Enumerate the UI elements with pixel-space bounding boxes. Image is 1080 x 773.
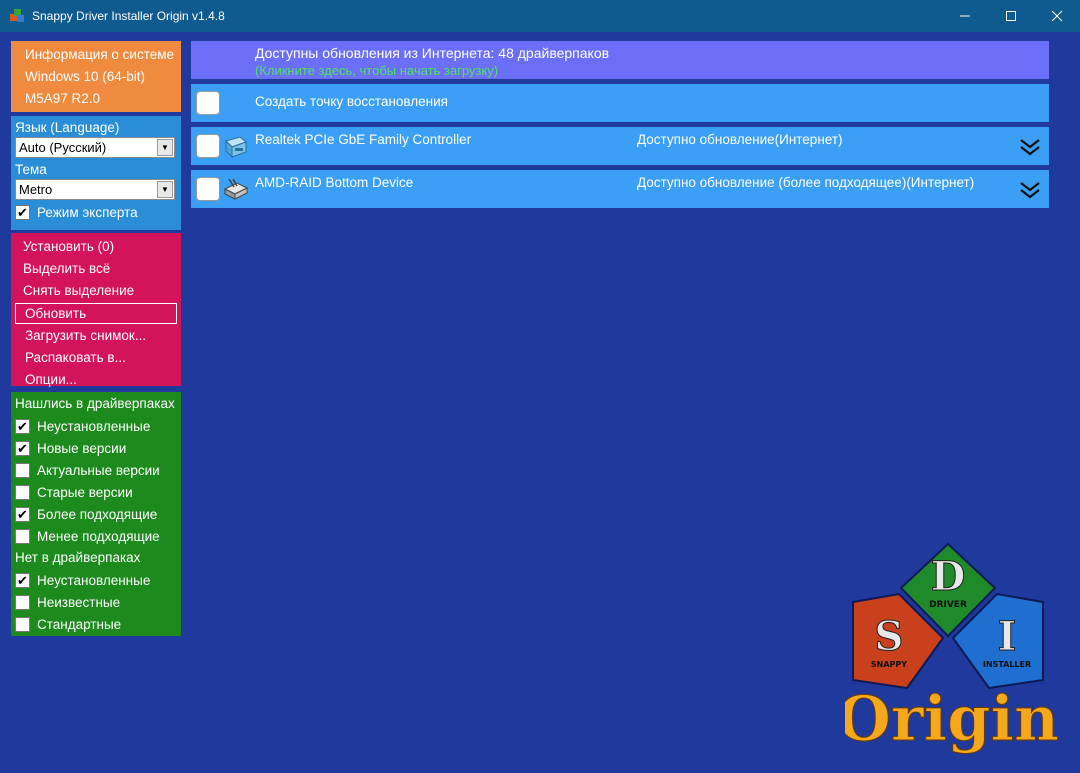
maximize-button[interactable] (988, 0, 1034, 32)
logo-word-driver: DRIVER (929, 600, 967, 610)
theme-label: Тема (15, 162, 47, 177)
options-button[interactable]: Опции... (15, 369, 177, 391)
logo-letter-i: I (998, 613, 1017, 660)
filter-label: Актуальные версии (37, 462, 160, 478)
filter-label: Более подходящие (37, 506, 158, 522)
os-version: Windows 10 (64-bit) (25, 69, 146, 84)
filter-found-not-installed[interactable]: ✔ Неустановленные (15, 415, 181, 437)
logo-letter-s: S (875, 613, 904, 660)
device-name: AMD-RAID Bottom Device (255, 175, 414, 190)
filter-older-versions[interactable]: Старые версии (15, 481, 181, 503)
filter-checkbox[interactable]: ✔ (15, 506, 30, 522)
filter-current-versions[interactable]: Актуальные версии (15, 459, 181, 481)
driver-checkbox[interactable] (196, 177, 220, 201)
close-button[interactable] (1034, 0, 1080, 32)
filter-newer-versions[interactable]: ✔ Новые версии (15, 437, 181, 459)
filter-missing-not-installed[interactable]: ✔ Неустановленные (15, 569, 181, 591)
filter-checkbox[interactable]: ✔ (15, 572, 30, 588)
click-to-download-hint[interactable]: (Кликните здесь, чтобы начать загрузку) (255, 63, 498, 78)
window-title: Snappy Driver Installer Origin v1.4.8 (32, 9, 225, 23)
filter-label: Неустановленные (37, 572, 151, 588)
close-icon (1051, 10, 1063, 22)
filter-unknown[interactable]: Неизвестные (15, 591, 181, 613)
filter-better-match[interactable]: ✔ Более подходящие (15, 503, 181, 525)
logo-word-installer: INSTALLER (983, 660, 1031, 669)
filter-checkbox[interactable] (15, 484, 30, 500)
language-label: Язык (Language) (15, 120, 120, 135)
filter-checkbox[interactable] (15, 462, 30, 478)
title-bar: Snappy Driver Installer Origin v1.4.8 (0, 0, 1080, 32)
app-icon (10, 9, 24, 23)
maximize-icon (1006, 11, 1016, 21)
logo-letter-d: D (931, 553, 966, 600)
motherboard-model: M5A97 R2.0 (25, 91, 101, 106)
language-value: Auto (Русский) (19, 140, 107, 155)
filter-label: Неустановленные (37, 418, 151, 434)
filter-label: Старые версии (37, 484, 133, 500)
system-info-label[interactable]: Информация о системе (25, 44, 181, 66)
filter-label: Стандартные (37, 616, 122, 632)
minimize-icon (960, 15, 970, 17)
install-button[interactable]: Установить (0) (15, 236, 177, 258)
expert-mode-label: Режим эксперта (37, 204, 138, 220)
filter-label: Менее подходящие (37, 528, 160, 544)
logo-word-snappy: SNAPPY (871, 660, 907, 669)
system-info-panel[interactable]: Информация о системе Windows 10 (64-bit)… (11, 41, 181, 112)
updates-available-text: Доступны обновления из Интернета: 48 дра… (255, 45, 610, 61)
load-snapshot-button[interactable]: Загрузить снимок... (15, 325, 177, 347)
chevron-down-icon[interactable]: ▼ (157, 139, 173, 156)
driver-row[interactable]: Realtek PCIe GbE Family Controller Досту… (191, 127, 1049, 165)
restore-point-row[interactable]: Создать точку восстановления (191, 84, 1049, 122)
restore-point-label: Создать точку восстановления (255, 94, 448, 109)
deselect-all-button[interactable]: Снять выделение (15, 280, 177, 302)
filter-checkbox[interactable] (15, 594, 30, 610)
not-in-driverpacks-header: Нет в драйверпаках (15, 550, 141, 565)
settings-panel: Язык (Language) Auto (Русский) ▼ Тема Me… (11, 116, 181, 230)
expand-chevron-icon[interactable] (1019, 137, 1041, 157)
restore-point-checkbox[interactable] (196, 91, 220, 115)
filter-checkbox[interactable]: ✔ (15, 440, 30, 456)
filters-panel: Нашлись в драйверпаках ✔ Неустановленные … (11, 392, 181, 636)
expand-chevron-icon[interactable] (1019, 180, 1041, 200)
chevron-down-icon[interactable]: ▼ (157, 181, 173, 198)
filter-worse-match[interactable]: Менее подходящие (15, 525, 181, 547)
actions-panel: Установить (0) Выделить всё Снять выделе… (11, 233, 181, 387)
driver-row[interactable]: AMD-RAID Bottom Device Доступно обновлен… (191, 170, 1049, 208)
network-adapter-icon (225, 136, 247, 159)
refresh-button[interactable]: Обновить (15, 303, 177, 324)
logo-origin-text: Origin (845, 682, 1059, 755)
expert-mode-toggle[interactable]: ✔ Режим эксперта (15, 201, 181, 223)
filter-label: Новые версии (37, 440, 127, 456)
found-in-driverpacks-header: Нашлись в драйверпаках (15, 396, 175, 411)
language-select[interactable]: Auto (Русский) ▼ (15, 137, 175, 158)
expert-mode-checkbox[interactable]: ✔ (15, 204, 30, 220)
device-status: Доступно обновление(Интернет) (637, 132, 843, 147)
device-name: Realtek PCIe GbE Family Controller (255, 132, 472, 147)
internet-updates-banner[interactable]: Доступны обновления из Интернета: 48 дра… (191, 41, 1049, 79)
extract-to-button[interactable]: Распаковать в... (15, 347, 177, 369)
minimize-button[interactable] (942, 0, 988, 32)
sdi-origin-logo: D DRIVER S SNAPPY I INSTALLER Origin (845, 542, 1060, 755)
filter-checkbox[interactable] (15, 528, 30, 544)
select-all-button[interactable]: Выделить всё (15, 258, 177, 280)
filter-checkbox[interactable]: ✔ (15, 418, 30, 434)
storage-controller-icon (223, 178, 249, 200)
filter-checkbox[interactable] (15, 616, 30, 632)
driver-checkbox[interactable] (196, 134, 220, 158)
theme-select[interactable]: Metro ▼ (15, 179, 175, 200)
device-status: Доступно обновление (более подходящее)(И… (637, 175, 975, 190)
theme-value: Metro (19, 182, 53, 197)
filter-label: Неизвестные (37, 594, 121, 610)
filter-standard[interactable]: Стандартные (15, 613, 181, 635)
